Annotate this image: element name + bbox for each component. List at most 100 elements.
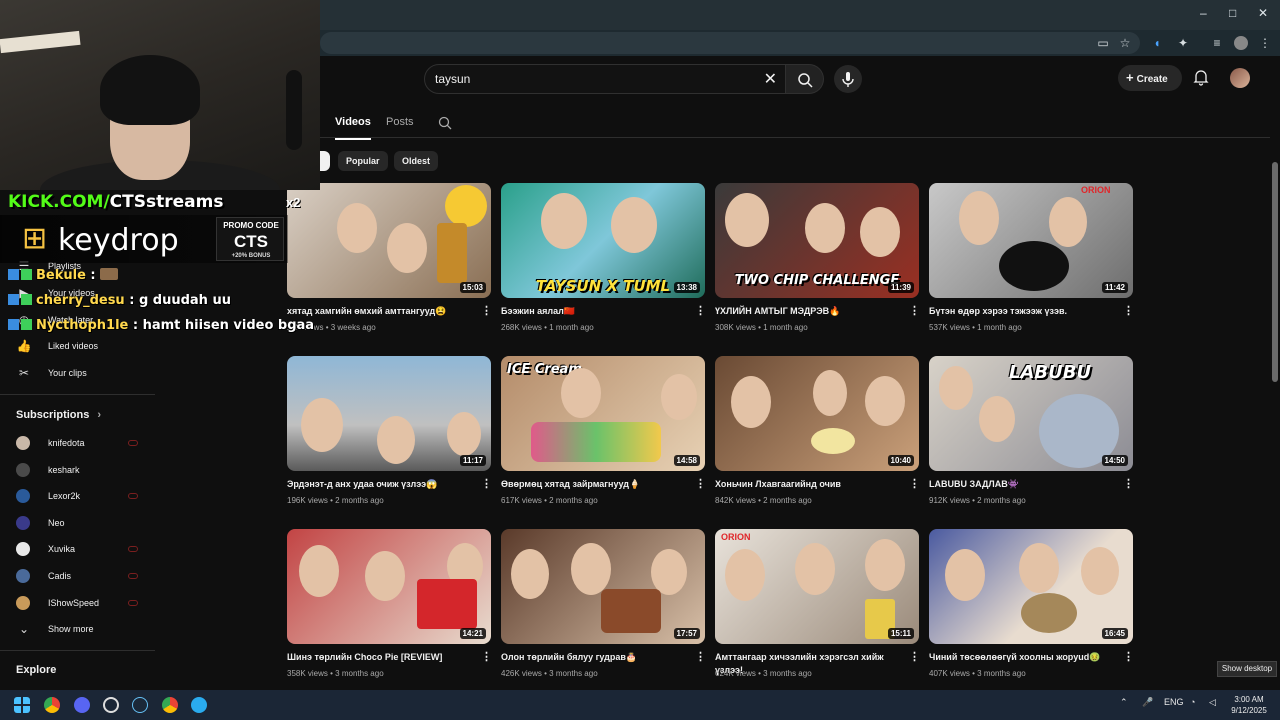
video-menu-icon[interactable]: ⋮	[909, 304, 920, 317]
video-title[interactable]: LABUBU ЗАДЛАВ👾	[929, 478, 1115, 491]
video-thumbnail[interactable]: TWO CHIP CHALLENGE 11:39	[715, 183, 919, 298]
video-card[interactable]: 15:03 хятад хамгийн өмхий амттангууд😫 25…	[287, 183, 492, 343]
video-menu-icon[interactable]: ⋮	[481, 477, 492, 490]
chip-popular[interactable]: Popular	[338, 151, 388, 171]
create-button[interactable]: + Create	[1118, 65, 1182, 91]
video-thumbnail[interactable]: LABUBU 14:50	[929, 356, 1133, 471]
taskbar-clock[interactable]: 3:00 AM 9/12/2025	[1228, 694, 1270, 716]
video-menu-icon[interactable]: ⋮	[481, 304, 492, 317]
video-thumbnail[interactable]: 10:40	[715, 356, 919, 471]
video-title[interactable]: Шинэ төрлийн Choco Pie [REVIEW]	[287, 651, 473, 664]
tab-videos[interactable]: Videos	[335, 116, 371, 140]
chrome-profile-icon[interactable]	[162, 697, 178, 713]
clear-search-icon[interactable]: ✕	[764, 69, 777, 89]
subscription-item[interactable]: Xuvika	[16, 540, 138, 558]
video-card[interactable]: ICE Cream 14:58 Өвөрмөц хятад зайрмагнуу…	[501, 356, 706, 516]
video-title[interactable]: хятад хамгийн өмхий амттангууд😫	[287, 305, 473, 318]
video-title[interactable]: Бүтэн өдөр хэрээ тэжээж үзэв.	[929, 305, 1115, 318]
obs-icon[interactable]	[103, 697, 119, 713]
sidebar-item-your-clips[interactable]: ✂ Your clips	[16, 364, 87, 382]
video-card[interactable]: LABUBU 14:50 LABUBU ЗАДЛАВ👾 912K views •…	[929, 356, 1134, 516]
account-avatar[interactable]	[1230, 68, 1250, 88]
video-menu-icon[interactable]: ⋮	[695, 650, 706, 663]
install-app-icon[interactable]: ▭	[1096, 36, 1110, 50]
bookmark-star-icon[interactable]: ☆	[1118, 36, 1132, 50]
maximize-button[interactable]: □	[1229, 6, 1236, 20]
telegram-icon[interactable]	[191, 697, 207, 713]
windows-start-icon[interactable]	[14, 697, 30, 713]
video-thumbnail[interactable]: ORION 11:42	[929, 183, 1133, 298]
video-title[interactable]: Олон төрлийн бялуу гудрав🎂	[501, 651, 687, 664]
video-menu-icon[interactable]: ⋮	[695, 477, 706, 490]
video-menu-icon[interactable]: ⋮	[909, 650, 920, 663]
video-card[interactable]: 10:40 Хоньчин Лхавгаагийнд очив 842K vie…	[715, 356, 920, 516]
video-title[interactable]: Чиний төсөөлөөгүй хоолны жоруud🤢	[929, 651, 1115, 664]
browser-menu-icon[interactable]: ⋮	[1258, 36, 1272, 50]
video-title[interactable]: Эрдэнэт-д анх удаа очиж үзлээ😱	[287, 478, 473, 491]
search-input[interactable]: taysun ✕	[424, 64, 786, 94]
video-menu-icon[interactable]: ⋮	[481, 650, 492, 663]
steam-icon[interactable]	[132, 697, 148, 713]
video-thumbnail[interactable]: ICE Cream 14:58	[501, 356, 705, 471]
chip-oldest[interactable]: Oldest	[394, 151, 439, 171]
subscription-item[interactable]: IShowSpeed	[16, 594, 138, 612]
subscription-item[interactable]: keshark	[16, 461, 138, 479]
volume-icon[interactable]: ◁	[1209, 697, 1216, 708]
video-thumbnail[interactable]: TAYSUN X TUML 13:38	[501, 183, 705, 298]
video-card[interactable]: 14:21 Шинэ төрлийн Choco Pie [REVIEW] 35…	[287, 529, 492, 689]
video-thumbnail[interactable]: 15:03	[287, 183, 491, 298]
language-indicator[interactable]: ENG	[1164, 697, 1184, 707]
tab-posts[interactable]: Posts	[386, 116, 414, 128]
extension-wave-icon[interactable]: ◖	[1150, 36, 1164, 50]
channel-search-icon[interactable]	[438, 116, 452, 130]
sidebar-item-liked-videos[interactable]: 👍 Liked videos	[16, 337, 99, 355]
video-menu-icon[interactable]: ⋮	[909, 477, 920, 490]
video-thumbnail[interactable]: ORION 15:11	[715, 529, 919, 644]
video-menu-icon[interactable]: ⋮	[1123, 477, 1134, 490]
video-card[interactable]: ORION 11:42 Бүтэн өдөр хэрээ тэжээж үзэв…	[929, 183, 1134, 343]
video-title[interactable]: Бээжин аялал🇨🇳	[501, 305, 687, 318]
subscriptions-heading[interactable]: Subscriptions ›	[16, 409, 101, 421]
show-more-button[interactable]: ⌄ Show more	[16, 620, 94, 638]
video-thumbnail[interactable]: 16:45	[929, 529, 1133, 644]
video-card[interactable]: ORION 15:11 Амттангаар хичээлийн хэрэгсэ…	[715, 529, 920, 689]
chrome-icon[interactable]	[44, 697, 60, 713]
subscription-item[interactable]: Lexor2k	[16, 487, 138, 505]
video-card[interactable]: 11:17 Эрдэнэт-д анх удаа очиж үзлээ😱 196…	[287, 356, 492, 516]
subscription-item[interactable]: Cadis	[16, 567, 138, 585]
voice-search-button[interactable]	[834, 65, 862, 93]
video-card[interactable]: TAYSUN X TUML 13:38 Бээжин аялал🇨🇳 268K …	[501, 183, 706, 343]
video-menu-icon[interactable]: ⋮	[695, 304, 706, 317]
notifications-bell-icon[interactable]	[1192, 68, 1210, 86]
extensions-puzzle-icon[interactable]: ✦	[1176, 36, 1190, 50]
video-title[interactable]: ҮХЛИЙН АМТЫГ МЭДРЭВ🔥	[715, 305, 901, 318]
video-card[interactable]: 17:57 Олон төрлийн бялуу гудрав🎂 426K vi…	[501, 529, 706, 689]
tray-mic-icon[interactable]: 🎤	[1142, 697, 1153, 708]
subscription-item[interactable]: Neo	[16, 514, 138, 532]
video-title[interactable]: Өвөрмөц хятад зайрмагнууд🍦	[501, 478, 687, 491]
close-window-button[interactable]: ✕	[1258, 6, 1268, 20]
page-scrollbar[interactable]	[1270, 100, 1280, 690]
media-controls-icon[interactable]: ≡	[1210, 36, 1224, 50]
video-menu-icon[interactable]: ⋮	[1123, 650, 1134, 663]
screen: – □ ✕ ▭ ☆ ◖ ✦ ≡ ⋮ taysun ✕ + Create Video…	[0, 0, 1280, 720]
wifi-icon[interactable]: ◔	[1190, 697, 1195, 707]
scrollbar-thumb[interactable]	[1272, 162, 1278, 382]
video-card[interactable]: 16:45 Чиний төсөөлөөгүй хоолны жоруud🤢 4…	[929, 529, 1134, 689]
discord-icon[interactable]	[74, 697, 90, 713]
subscription-item[interactable]: knifedota	[16, 434, 138, 452]
video-age: 1 month ago	[763, 323, 808, 332]
search-query[interactable]: taysun	[435, 72, 470, 86]
video-thumbnail[interactable]: 14:21	[287, 529, 491, 644]
video-menu-icon[interactable]: ⋮	[1123, 304, 1134, 317]
video-card[interactable]: TWO CHIP CHALLENGE 11:39 ҮХЛИЙН АМТЫГ МЭ…	[715, 183, 920, 343]
minimize-button[interactable]: –	[1200, 6, 1207, 20]
video-meta: 617K views • 2 months ago	[501, 496, 598, 505]
video-title[interactable]: Хоньчин Лхавгаагийнд очив	[715, 478, 901, 491]
profile-icon[interactable]	[1234, 36, 1248, 50]
tray-overflow-icon[interactable]: ⌃	[1120, 697, 1128, 708]
address-bar[interactable]	[320, 32, 1140, 54]
video-thumbnail[interactable]: 11:17	[287, 356, 491, 471]
video-thumbnail[interactable]: 17:57	[501, 529, 705, 644]
search-button[interactable]	[786, 64, 824, 94]
